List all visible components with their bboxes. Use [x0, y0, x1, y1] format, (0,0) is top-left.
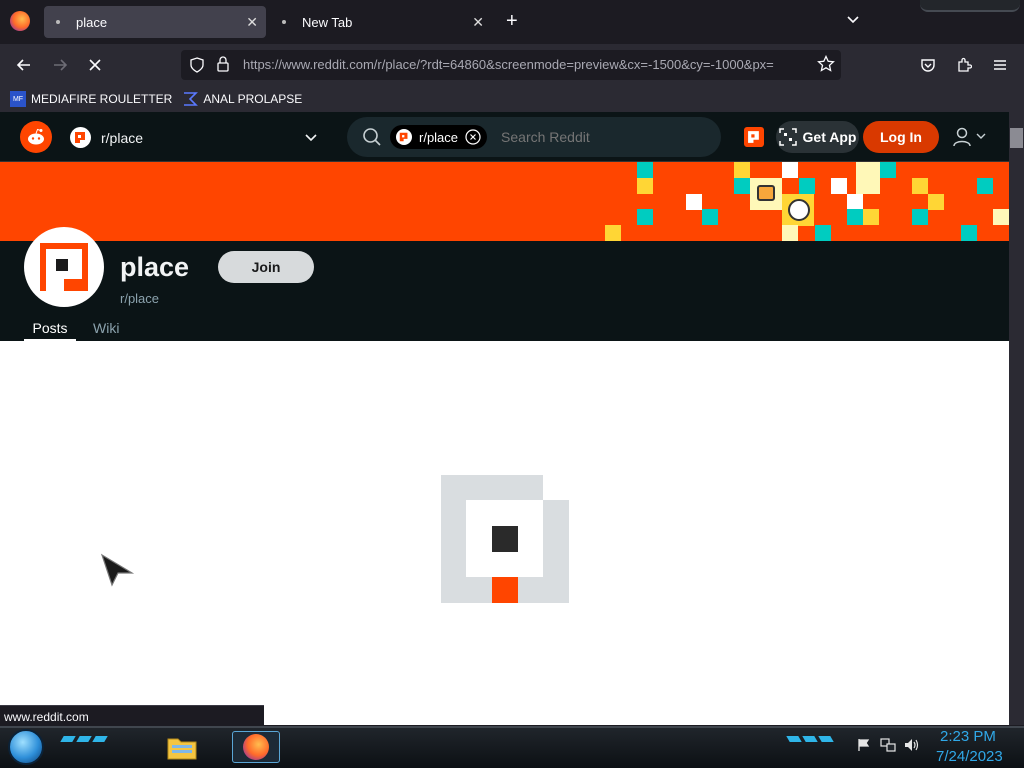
place-loading-logo — [441, 475, 569, 603]
community-selector[interactable]: r/place — [70, 127, 324, 148]
extensions-icon[interactable] — [950, 51, 978, 79]
sigma-icon — [182, 91, 199, 107]
tab-new-tab[interactable]: New Tab ✕ — [270, 6, 492, 38]
clock-date[interactable]: 7/24/2023 — [936, 748, 1003, 765]
status-bar-url: www.reddit.com — [0, 705, 264, 726]
new-tab-button[interactable]: + — [506, 10, 518, 33]
chevron-down-icon — [304, 130, 318, 149]
taskbar-decoration-left — [60, 736, 120, 750]
pocket-icon[interactable] — [914, 51, 942, 79]
clock-time[interactable]: 2:23 PM — [940, 728, 996, 745]
stop-loading-button[interactable] — [81, 51, 109, 79]
taskbar-decoration-right — [786, 736, 846, 750]
tab-list-chevron-icon[interactable] — [846, 12, 860, 29]
file-explorer-icon[interactable] — [158, 731, 206, 763]
search-scope-chip[interactable]: r/place — [390, 125, 488, 149]
bookmark-item[interactable]: ANAL PROLAPSE — [182, 91, 302, 107]
volume-icon[interactable] — [904, 738, 920, 755]
subreddit-name: r/place — [120, 291, 160, 306]
url-text[interactable]: https://www.reddit.com/r/place/?rdt=6486… — [243, 57, 808, 72]
firefox-menu-icon[interactable] — [10, 11, 30, 31]
mouse-cursor-icon — [100, 553, 135, 587]
scrollbar-thumb[interactable] — [1010, 128, 1023, 148]
get-app-button[interactable]: Get App — [776, 121, 859, 153]
tab-title: New Tab — [302, 14, 353, 30]
flag-icon[interactable] — [857, 738, 871, 755]
cat-sticker-icon — [757, 185, 775, 201]
tab-favicon-icon — [56, 20, 60, 24]
subreddit-title: place — [120, 252, 190, 282]
clear-scope-icon[interactable] — [465, 129, 481, 145]
place-logo-icon — [70, 127, 91, 148]
firefox-taskbar-icon[interactable] — [232, 731, 280, 763]
close-tab-icon[interactable]: ✕ — [472, 14, 484, 31]
bookmark-star-icon[interactable] — [817, 54, 835, 78]
tab-favicon-icon — [282, 20, 286, 24]
browser-tab-bar: place ✕ New Tab ✕ + — [0, 0, 1024, 44]
window-decoration — [920, 0, 1020, 12]
search-input[interactable] — [501, 129, 702, 145]
user-menu-icon[interactable] — [952, 127, 990, 152]
forward-button[interactable] — [46, 51, 74, 79]
place-logo-icon — [396, 129, 412, 145]
bookmark-label: ANAL PROLAPSE — [203, 92, 303, 106]
lock-icon[interactable] — [216, 56, 230, 77]
search-icon — [362, 127, 382, 147]
qr-code-icon — [778, 128, 797, 146]
get-app-label: Get App — [802, 129, 857, 145]
tab-wiki[interactable]: Wiki — [93, 320, 119, 336]
search-scope-label: r/place — [419, 129, 459, 145]
address-bar[interactable]: https://www.reddit.com/r/place/?rdt=6486… — [181, 50, 841, 80]
place-canvas-area[interactable] — [0, 341, 1009, 725]
close-tab-icon[interactable]: ✕ — [246, 14, 258, 31]
tab-title: place — [76, 14, 108, 30]
start-button[interactable] — [8, 729, 44, 765]
join-button[interactable]: Join — [218, 251, 314, 283]
snoo-mascot-icon — [788, 199, 810, 221]
subreddit-avatar — [24, 227, 104, 307]
mediafire-icon: MF — [10, 91, 26, 107]
hamburger-menu-icon[interactable] — [986, 51, 1014, 79]
back-button[interactable] — [10, 51, 38, 79]
login-button[interactable]: Log In — [863, 121, 939, 153]
subreddit-banner — [0, 162, 1009, 241]
page-scrollbar[interactable] — [1009, 112, 1024, 725]
community-selector-label: r/place — [101, 129, 144, 146]
bookmark-label: MEDIAFIRE ROULETTER — [31, 92, 173, 106]
shield-icon[interactable] — [189, 57, 205, 78]
reddit-logo-icon[interactable] — [20, 121, 52, 153]
network-icon[interactable] — [880, 738, 896, 755]
place-app-icon[interactable] — [744, 127, 764, 147]
bookmarks-bar: MF MEDIAFIRE ROULETTER ANAL PROLAPSE — [0, 86, 1024, 112]
tab-posts[interactable]: Posts — [24, 320, 76, 341]
reddit-search-bar[interactable]: r/place — [347, 117, 721, 157]
bookmark-item[interactable]: MF MEDIAFIRE ROULETTER — [10, 91, 172, 107]
tab-place[interactable]: place ✕ — [44, 6, 266, 38]
